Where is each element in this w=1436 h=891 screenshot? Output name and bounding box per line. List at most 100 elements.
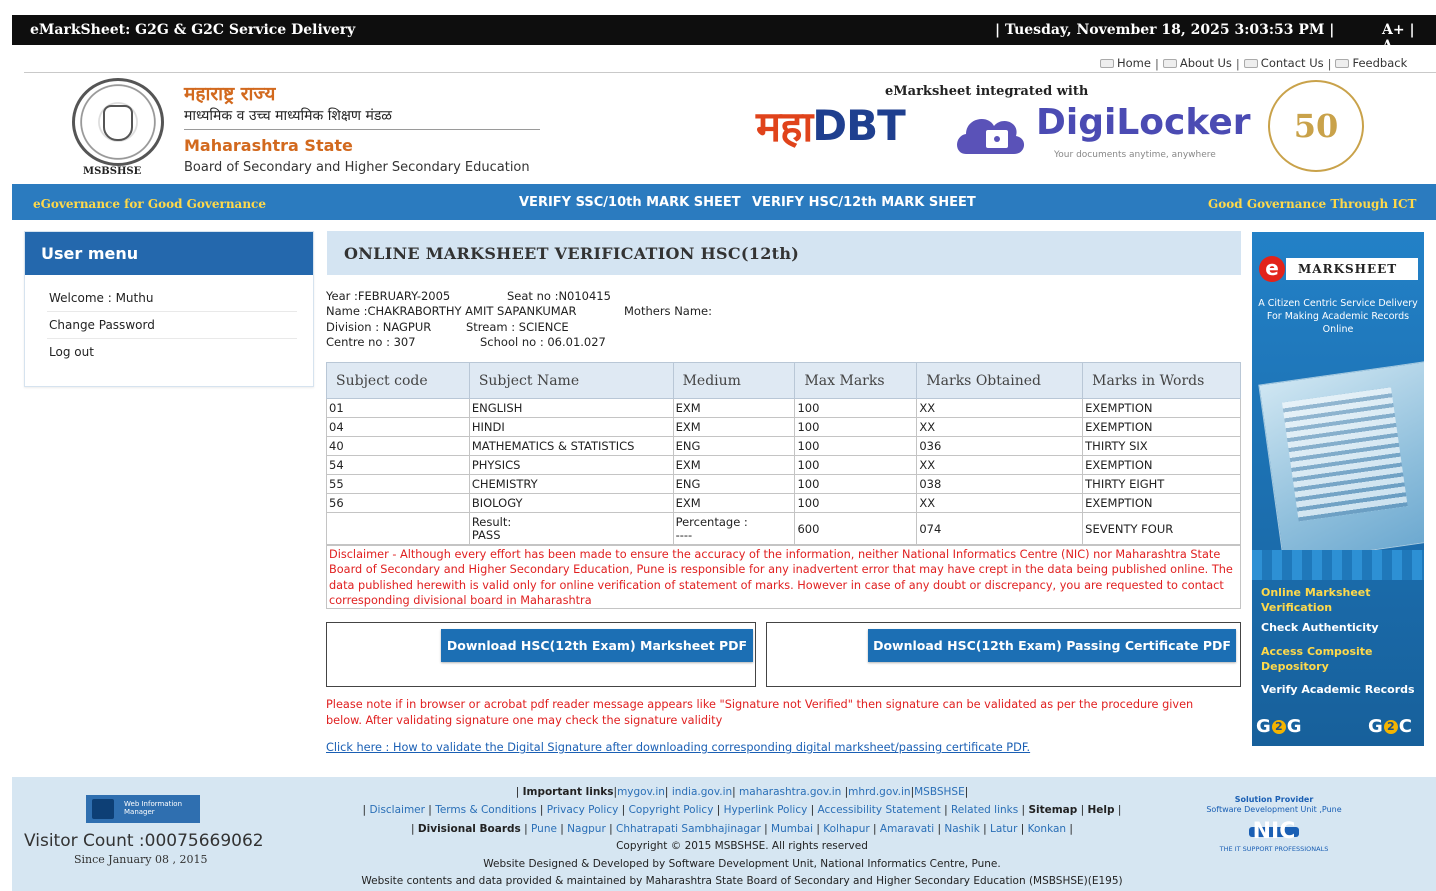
total-marks-in-words: SEVENTY FOUR xyxy=(1082,512,1241,546)
verify-hsc-link[interactable]: VERIFY HSC/12th MARK SHEET xyxy=(752,195,976,210)
validate-signature-link[interactable]: Click here : How to validate the Digital… xyxy=(326,741,1030,754)
percentage-label: Percentage : xyxy=(675,515,748,529)
fifty-years-logo: 50 xyxy=(1268,80,1364,172)
subject-code: 04 xyxy=(326,417,470,437)
nav-ict-tagline: Good Governance Through ICT xyxy=(1208,197,1417,211)
disclaimer-text: Disclaimer - Although every effort has b… xyxy=(326,544,1241,609)
banner-item-verify-records: Verify Academic Records xyxy=(1261,683,1415,696)
marks-in-words: EXEMPTION xyxy=(1082,455,1241,475)
mygov-link[interactable]: mygov.in xyxy=(617,786,665,798)
emarksheet-banner[interactable]: e MARKSHEET A Citizen Centric Service De… xyxy=(1252,232,1424,746)
board-latur-link[interactable]: Latur xyxy=(990,823,1017,835)
board-amaravati-link[interactable]: Amaravati xyxy=(880,823,934,835)
g2g-mid: 2 xyxy=(1271,720,1286,734)
download-marksheet-button[interactable]: Download HSC(12th Exam) Marksheet PDF xyxy=(441,629,753,662)
font-decrease-button[interactable]: A- xyxy=(1382,38,1399,54)
board-pune-link[interactable]: Pune xyxy=(531,823,557,835)
school-number: School no : 06.01.027 xyxy=(480,334,606,349)
nic-logo[interactable]: Solution Provider Software Development U… xyxy=(1200,795,1348,867)
about-link[interactable]: About Us xyxy=(1162,56,1232,70)
banner-tagline: A Citizen Centric Service Delivery For M… xyxy=(1258,298,1418,335)
board-sambhajinagar-link[interactable]: Chhatrapati Sambhajinagar xyxy=(616,823,761,835)
table-row: 54 PHYSICS EXM 100 XX EXEMPTION xyxy=(326,455,1241,475)
maharashtra-gov-link[interactable]: maharashtra.gov.in xyxy=(739,786,841,798)
g2c-right: C xyxy=(1398,716,1412,737)
msbshse-link[interactable]: MSBSHSE xyxy=(914,786,965,798)
medium: ENG xyxy=(672,436,796,456)
marksheet-logo-text: MARKSHEET xyxy=(1286,258,1418,280)
divisional-boards-row: | Divisional Boards | Pune | Nagpur | Ch… xyxy=(411,822,1073,835)
font-increase-button[interactable]: A+ xyxy=(1382,22,1405,38)
subject-code: 01 xyxy=(326,398,470,418)
download-marksheet-box: Download HSC(12th Exam) Marksheet PDF xyxy=(326,622,756,687)
policy-links-row: | Disclaimer | Terms & Conditions | Priv… xyxy=(362,804,1122,817)
mhrd-gov-link[interactable]: mhrd.gov.in xyxy=(848,786,910,798)
digilocker-tagline: Your documents anytime, anywhere xyxy=(1054,150,1216,160)
copyright-text: Copyright © 2015 MSBSHSE. All rights res… xyxy=(616,840,868,853)
subject-name: ENGLISH xyxy=(468,398,674,418)
subject-name: PHYSICS xyxy=(468,455,674,475)
signature-note: Please note if in browser or acrobat pdf… xyxy=(326,698,1194,727)
feedback-link[interactable]: Feedback xyxy=(1335,56,1407,70)
mahadbt-logo[interactable]: महा DBT xyxy=(756,100,906,151)
home-link-label: Home xyxy=(1117,56,1151,70)
verify-ssc-link[interactable]: VERIFY SSC/10th MARK SHEET xyxy=(519,195,741,210)
marks-in-words: EXEMPTION xyxy=(1082,398,1241,418)
banner-item-online-verification: Online Marksheet Verification xyxy=(1261,586,1371,614)
seat-number: Seat no :N010415 xyxy=(507,289,611,303)
subject-code: 54 xyxy=(326,455,470,475)
about-icon xyxy=(1162,58,1177,68)
top-links: Home | About Us | Contact Us | Feedback xyxy=(1100,56,1407,71)
col-marks-in-words: Marks in Words xyxy=(1082,362,1241,399)
hyperlink-policy-link[interactable]: Hyperlink Policy xyxy=(724,804,808,816)
about-link-label: About Us xyxy=(1179,56,1232,70)
logout-link[interactable]: Log out xyxy=(47,339,297,365)
board-mumbai-link[interactable]: Mumbai xyxy=(771,823,813,835)
help-link[interactable]: Help xyxy=(1088,804,1115,816)
col-medium: Medium xyxy=(672,362,796,399)
col-subject-name: Subject Name xyxy=(468,362,674,399)
table-row: 55 CHEMISTRY ENG 100 038 THIRTY EIGHT xyxy=(326,474,1241,494)
related-links-link[interactable]: Related links xyxy=(951,804,1018,816)
disclaimer-link[interactable]: Disclaimer xyxy=(369,804,425,816)
download-certificate-button[interactable]: Download HSC(12th Exam) Passing Certific… xyxy=(868,629,1236,662)
board-nagpur-link[interactable]: Nagpur xyxy=(567,823,606,835)
page-title: ONLINE MARKSHEET VERIFICATION HSC(12th) xyxy=(344,244,800,263)
font-size-separator: | xyxy=(1404,22,1415,38)
change-password-link[interactable]: Change Password xyxy=(47,312,297,339)
marks-in-words: THIRTY SIX xyxy=(1082,436,1241,456)
contact-link[interactable]: Contact Us xyxy=(1243,56,1324,70)
user-menu: User menu Welcome : Muthu Change Passwor… xyxy=(24,231,314,387)
home-link[interactable]: Home xyxy=(1100,56,1151,70)
separator: | xyxy=(1154,56,1159,71)
web-information-manager-badge[interactable]: Web Information Manager xyxy=(86,795,200,823)
subject-code: 56 xyxy=(326,493,470,513)
digilocker-logo[interactable]: DigiLocker Your documents anytime, anywh… xyxy=(950,100,1251,166)
percentage-value: ---- xyxy=(675,528,693,542)
total-empty-cell xyxy=(326,512,470,546)
board-kolhapur-link[interactable]: Kolhapur xyxy=(823,823,869,835)
marks-in-words: THIRTY EIGHT xyxy=(1082,474,1241,494)
copyright-link[interactable]: Copyright Policy xyxy=(629,804,714,816)
footer: Web Information Manager Visitor Count :0… xyxy=(12,777,1436,891)
digilocker-name: DigiLocker xyxy=(1036,102,1251,143)
percentage-cell: Percentage : ---- xyxy=(672,512,796,546)
user-menu-list: Welcome : Muthu Change Password Log out xyxy=(25,275,313,365)
nic-provider-label: Solution Provider xyxy=(1234,795,1314,804)
candidate-info: Year :FEBRUARY-2005 Seat no :N010415 Name… xyxy=(326,289,712,350)
board-nashik-link[interactable]: Nashik xyxy=(944,823,979,835)
total-row: Result: PASS Percentage : ---- 600 074 SEV… xyxy=(326,512,1241,546)
marathi-state-name: महाराष्ट्र राज्य xyxy=(184,83,276,105)
integrated-with-label: eMarksheet integrated with xyxy=(885,84,1089,99)
col-max-marks: Max Marks xyxy=(794,362,918,399)
sitemap-link[interactable]: Sitemap xyxy=(1028,804,1077,816)
banner-item-check-authenticity: Check Authenticity xyxy=(1261,621,1379,634)
terms-link[interactable]: Terms & Conditions xyxy=(435,804,536,816)
accessibility-link[interactable]: Accessibility Statement xyxy=(818,804,941,816)
marks-table: Subject code Subject Name Medium Max Mar… xyxy=(326,362,1241,546)
india-gov-link[interactable]: india.gov.in xyxy=(672,786,732,798)
board-konkan-link[interactable]: Konkan xyxy=(1028,823,1066,835)
contents-by-text: Website contents and data provided & mai… xyxy=(361,875,1123,888)
subject-name: MATHEMATICS & STATISTICS xyxy=(468,436,674,456)
privacy-link[interactable]: Privacy Policy xyxy=(547,804,619,816)
